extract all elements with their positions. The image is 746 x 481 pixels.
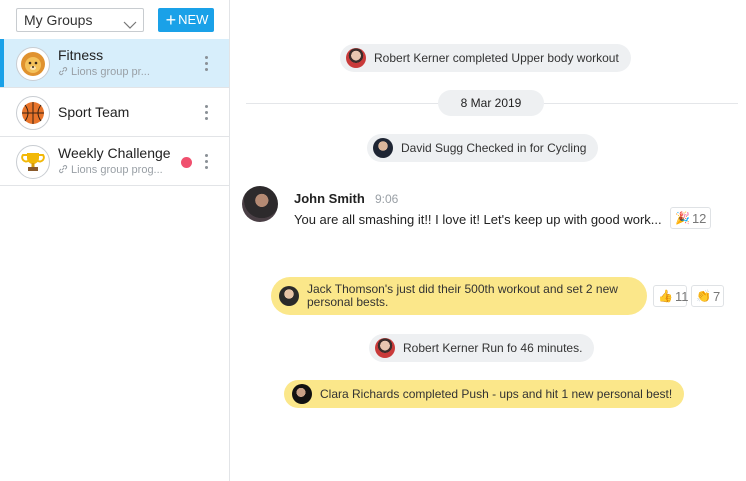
groups-filter-select[interactable]: My Groups (16, 8, 144, 32)
more-options-icon[interactable] (205, 56, 209, 71)
reaction-count: 7 (712, 288, 721, 304)
activity-event: Robert Kerner completed Upper body worko… (340, 44, 631, 72)
new-group-button[interactable]: + NEW (158, 8, 214, 32)
party-popper-icon: 🎉 (675, 211, 690, 225)
more-options-icon[interactable] (205, 105, 209, 120)
robert-kerner-avatar (375, 338, 395, 358)
activity-event: Robert Kerner Run fo 46 minutes. (369, 334, 595, 362)
group-subtitle-text: Lions group prog... (71, 164, 163, 176)
groups-filter-value: My Groups (24, 12, 93, 28)
activity-event-text: Clara Richards completed Push - ups and … (320, 387, 673, 401)
chevron-down-icon (123, 14, 137, 36)
activity-event-highlighted: Clara Richards completed Push - ups and … (284, 380, 685, 408)
link-icon (58, 66, 68, 79)
group-item-weekly-challenge[interactable]: Weekly Challenge Lions group prog... (0, 137, 229, 186)
groups-sidebar: My Groups + NEW Fitness Lions group pr..… (0, 0, 230, 481)
group-name: Fitness (58, 47, 104, 63)
new-group-label: NEW (178, 12, 209, 27)
activity-event-text: Robert Kerner completed Upper body worko… (374, 51, 619, 65)
group-name: Weekly Challenge (58, 145, 171, 161)
trophy-icon (16, 145, 50, 179)
reaction-count: 12 (691, 210, 707, 226)
sidebar-toolbar: My Groups + NEW (0, 0, 229, 39)
reaction-party[interactable]: 🎉 12 (670, 207, 711, 229)
group-name: Sport Team (58, 104, 130, 120)
activity-event-text: Jack Thomson's just did their 500th work… (307, 282, 618, 309)
more-options-icon[interactable] (205, 154, 209, 169)
clara-richards-avatar (292, 384, 312, 404)
robert-kerner-avatar (346, 48, 366, 68)
group-item-sport-team[interactable]: Sport Team (0, 88, 229, 137)
jack-thomson-avatar (279, 286, 299, 306)
john-smith-avatar[interactable] (242, 186, 278, 222)
link-icon (58, 164, 68, 177)
lion-icon (16, 47, 50, 81)
date-separator: 8 Mar 2019 (438, 90, 544, 116)
message-text: You are all smashing it!! I love it! Let… (294, 212, 662, 227)
david-sugg-avatar (373, 138, 393, 158)
reaction-count: 11 (674, 288, 689, 304)
clapping-hands-icon: 👏 (696, 289, 711, 303)
plus-icon: + (165, 10, 177, 30)
activity-event-text: Robert Kerner Run fo 46 minutes. (403, 341, 583, 355)
unread-indicator (181, 157, 192, 168)
activity-event: David Sugg Checked in for Cycling (367, 134, 599, 162)
group-subtitle: Lions group pr... (58, 66, 150, 79)
message-time: 9:06 (375, 192, 399, 206)
activity-event-text: David Sugg Checked in for Cycling (401, 141, 587, 155)
group-subtitle-text: Lions group pr... (71, 66, 150, 78)
activity-event-highlighted: Jack Thomson's just did their 500th work… (271, 277, 647, 315)
group-item-fitness[interactable]: Fitness Lions group pr... (0, 39, 229, 88)
thumbs-up-icon: 👍 (658, 289, 673, 303)
message-author: John Smith (294, 191, 365, 206)
reaction-clapping[interactable]: 👏 7 (691, 285, 724, 307)
reaction-thumbs-up[interactable]: 👍 11 (653, 285, 689, 307)
chat-feed: Robert Kerner completed Upper body worko… (230, 0, 746, 481)
group-list: Fitness Lions group pr... Sport Team Wee… (0, 39, 229, 186)
group-subtitle: Lions group prog... (58, 164, 163, 177)
basketball-icon (16, 96, 50, 130)
